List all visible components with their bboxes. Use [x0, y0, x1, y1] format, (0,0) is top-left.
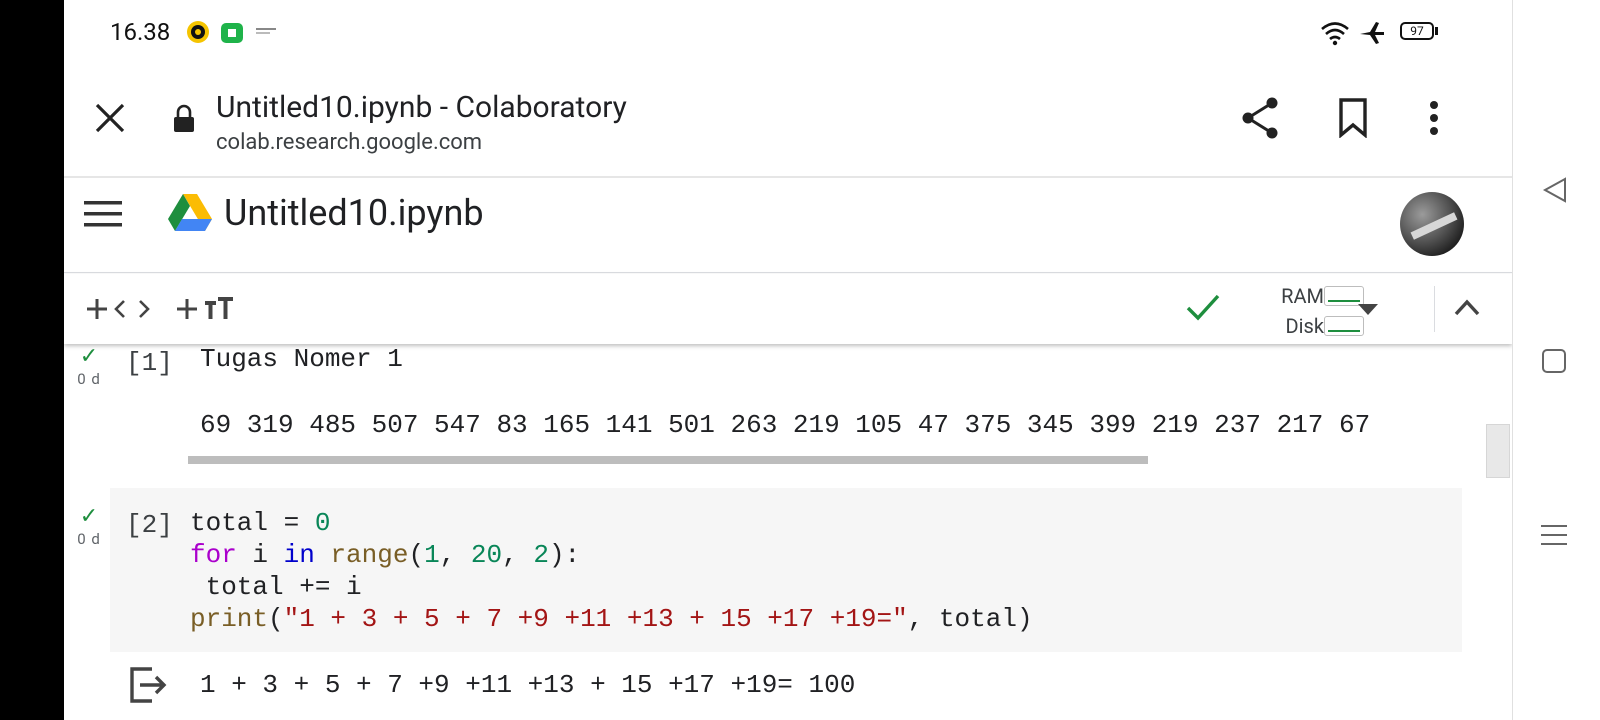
code-token: ,	[439, 540, 471, 570]
notebook-name[interactable]: Untitled10.ipynb	[224, 192, 484, 234]
colab-toolbar: RAM Disk	[64, 274, 1512, 344]
status-time: 16.38	[110, 18, 171, 46]
cell-1-text: Tugas Nomer 1	[200, 344, 403, 374]
executed-check-icon: ✓	[79, 504, 99, 529]
status-bar: 16.38 97	[64, 0, 1512, 64]
cell-1-duration: 0 d	[77, 370, 101, 388]
menu-icon[interactable]	[84, 200, 122, 228]
music-app-icon	[187, 21, 209, 43]
code-token: total	[190, 508, 269, 538]
code-token: for	[190, 540, 237, 570]
code-token: "1 + 3 + 5 + 7 +9 +11 +13 + 15 +17 +19="	[283, 604, 908, 634]
android-nav-bar	[1512, 0, 1600, 720]
google-drive-icon	[168, 194, 212, 231]
battery-indicator: 97	[1400, 22, 1434, 40]
cell-2-exec-count: [2]	[126, 510, 173, 540]
colab-header: Untitled10.ipynb	[64, 178, 1512, 273]
ram-bar	[1324, 286, 1364, 306]
airplane-mode-icon	[1360, 22, 1384, 44]
cell-2-duration: 0 d	[77, 530, 101, 548]
code-token: , total)	[907, 604, 1033, 634]
avatar[interactable]	[1400, 192, 1464, 256]
connected-check-icon	[1186, 294, 1220, 321]
more-vert-icon[interactable]	[1428, 100, 1440, 136]
cell-1-exec-count: [1]	[126, 348, 173, 378]
code-token: ,	[502, 540, 534, 570]
code-token: i	[236, 540, 284, 570]
resource-monitor[interactable]: RAM Disk	[1254, 280, 1364, 338]
code-token: ):	[548, 540, 581, 570]
page-url[interactable]: colab.research.google.com	[216, 130, 482, 155]
toolbar-divider	[1434, 286, 1435, 332]
page-title[interactable]: Untitled10.ipynb - Colaboratory	[216, 90, 627, 125]
code-token: (	[408, 540, 425, 570]
code-line-3: total += i	[190, 572, 362, 602]
disk-label: Disk	[1285, 314, 1324, 338]
code-token: 20	[470, 540, 503, 570]
executed-check-icon: ✓	[79, 344, 99, 369]
output-horizontal-scrollbar[interactable]	[188, 456, 1148, 464]
dropdown-arrow-icon[interactable]	[1358, 304, 1378, 316]
battery-tip	[1435, 27, 1438, 35]
wifi-icon	[1321, 22, 1349, 46]
text-format-icon	[205, 297, 233, 319]
recents-nav-icon[interactable]	[1539, 522, 1569, 548]
code-token: (	[268, 604, 284, 634]
code-token: range	[314, 540, 409, 570]
cell-2-status: ✓ 0 d	[74, 504, 104, 549]
code-token: print	[190, 604, 269, 634]
vertical-scrollbar[interactable]	[1486, 424, 1510, 478]
code-token: 1	[424, 540, 440, 570]
code-line-1: total = 0	[190, 508, 330, 538]
add-text-button[interactable]	[176, 292, 234, 326]
plus-icon	[87, 299, 107, 319]
close-icon[interactable]	[94, 102, 126, 134]
share-icon[interactable]	[1240, 96, 1280, 140]
add-code-button[interactable]	[86, 292, 150, 326]
code-token: in	[283, 540, 315, 570]
cell-2-output: 1 + 3 + 5 + 7 +9 +11 +13 + 15 +17 +19= 1…	[200, 670, 856, 700]
browser-header: Untitled10.ipynb - Colaboratory colab.re…	[64, 64, 1512, 178]
plus-icon	[177, 299, 197, 319]
browser-app: 16.38 97 Untitled10.ipynb - Colaboratory…	[64, 0, 1512, 720]
ram-label: RAM	[1281, 284, 1324, 308]
home-nav-icon[interactable]	[1541, 348, 1567, 374]
back-nav-icon[interactable]	[1541, 176, 1569, 204]
code-token: =	[268, 508, 315, 538]
collapse-up-icon[interactable]	[1454, 298, 1480, 316]
bookmark-icon[interactable]	[1338, 98, 1368, 138]
code-icon	[114, 300, 150, 318]
code-token: 0	[314, 508, 331, 538]
cell-1-status: ✓ 0 d	[74, 344, 104, 389]
cell-1-output: 69 319 485 507 547 83 165 141 501 263 21…	[200, 410, 1371, 440]
lock-icon	[174, 104, 194, 132]
code-line-4: print("1 + 3 + 5 + 7 +9 +11 +13 + 15 +17…	[190, 604, 1033, 634]
cell-2-code-area[interactable]: total = 0 for i in range(1, 20, 2): tota…	[110, 488, 1462, 652]
notification-icon	[256, 28, 276, 34]
code-line-2: for i in range(1, 20, 2):	[190, 540, 580, 570]
disk-bar	[1324, 316, 1364, 336]
store-app-icon	[221, 23, 243, 43]
left-black-bar	[0, 0, 64, 720]
code-token: 2	[533, 540, 549, 570]
output-icon[interactable]	[128, 666, 168, 704]
battery-level: 97	[1410, 24, 1424, 38]
